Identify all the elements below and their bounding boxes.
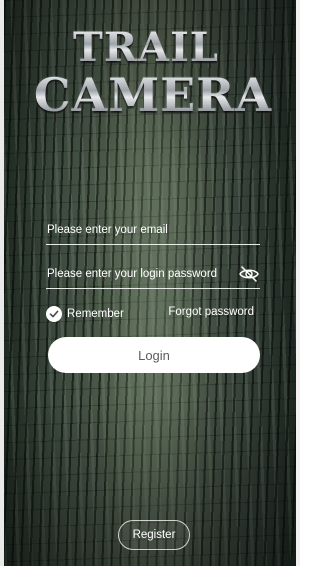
logo-line-2: CAMERA — [6, 72, 300, 118]
password-field — [46, 260, 260, 289]
email-field — [46, 216, 260, 245]
register-button[interactable]: Register — [118, 520, 190, 550]
app-logo: TRAIL CAMERA — [0, 28, 300, 119]
login-button[interactable]: Login — [48, 337, 260, 373]
password-input[interactable] — [47, 264, 233, 284]
remember-label: Remember — [67, 308, 124, 320]
remember-checkbox[interactable]: Remember — [46, 305, 124, 323]
forgot-password-link[interactable]: Forgot password — [168, 306, 254, 318]
eye-off-icon[interactable] — [238, 265, 260, 283]
check-icon — [46, 306, 62, 322]
logo-line-1: TRAIL — [0, 28, 300, 68]
email-input[interactable] — [47, 220, 233, 240]
login-screen: TRAIL CAMERA Remember Forgot password Lo… — [0, 0, 300, 566]
